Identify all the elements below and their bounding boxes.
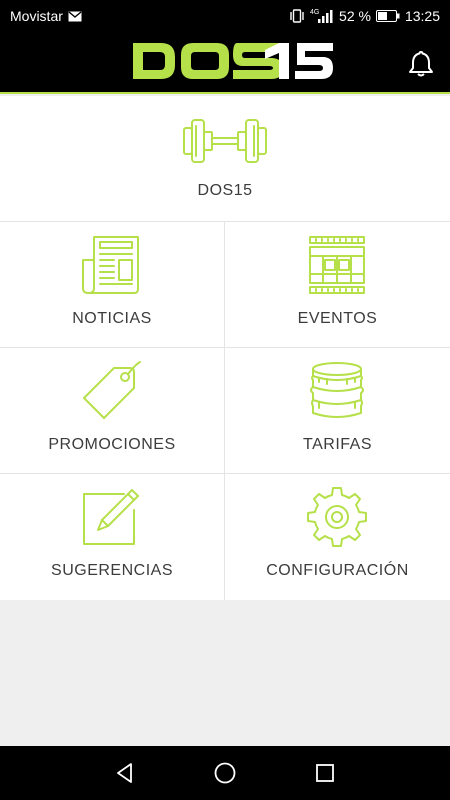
signal-icon: 4G (310, 8, 334, 24)
menu-label-configuracion: CONFIGURACIÓN (266, 562, 409, 579)
clock: 13:25 (404, 8, 440, 24)
menu-item-sugerencias[interactable]: SUGERENCIAS (0, 474, 225, 600)
pencil-note-icon (80, 486, 144, 548)
menu-grid: NOTICIAS EVENTOS PROMOCIONES TARIFAS SUG… (0, 222, 450, 600)
vibrate-icon (289, 9, 305, 23)
app-header (0, 32, 450, 94)
newspaper-icon (80, 234, 144, 296)
menu-item-eventos[interactable]: EVENTOS (225, 222, 450, 348)
status-bar: Movistar 4G 52 % 13:25 (0, 0, 450, 32)
gear-icon (305, 486, 369, 548)
menu-label-noticias: NOTICIAS (72, 310, 152, 327)
carrier-name: Movistar (10, 8, 63, 24)
home-icon[interactable] (212, 760, 238, 786)
menu-label-eventos: EVENTOS (297, 310, 378, 327)
battery-percent: 52 % (339, 8, 371, 24)
menu-item-tarifas[interactable]: TARIFAS (225, 348, 450, 474)
back-icon[interactable] (112, 760, 138, 786)
dos15-logo (133, 41, 333, 81)
dumbbell-icon (181, 114, 269, 170)
app-screen: Movistar 4G 52 % 13:25 DOS15 NOTICIAS EV… (0, 0, 450, 800)
dos15-label: DOS15 (197, 182, 253, 199)
menu-item-noticias[interactable]: NOTICIAS (0, 222, 225, 348)
menu-item-promociones[interactable]: PROMOCIONES (0, 348, 225, 474)
notifications-bell-icon[interactable] (406, 48, 436, 78)
menu-label-tarifas: TARIFAS (303, 436, 372, 453)
calendar-icon (305, 234, 369, 296)
coins-icon (305, 360, 369, 422)
battery-icon (375, 10, 400, 22)
network-type: 4G (310, 9, 319, 16)
price-tag-icon (80, 360, 144, 422)
system-nav-bar (0, 746, 450, 800)
dos15-tile[interactable]: DOS15 (0, 96, 450, 222)
menu-label-promociones: PROMOCIONES (48, 436, 176, 453)
menu-label-sugerencias: SUGERENCIAS (51, 562, 173, 579)
recents-icon[interactable] (312, 760, 338, 786)
mail-icon (68, 10, 82, 22)
menu-item-configuracion[interactable]: CONFIGURACIÓN (225, 474, 450, 600)
